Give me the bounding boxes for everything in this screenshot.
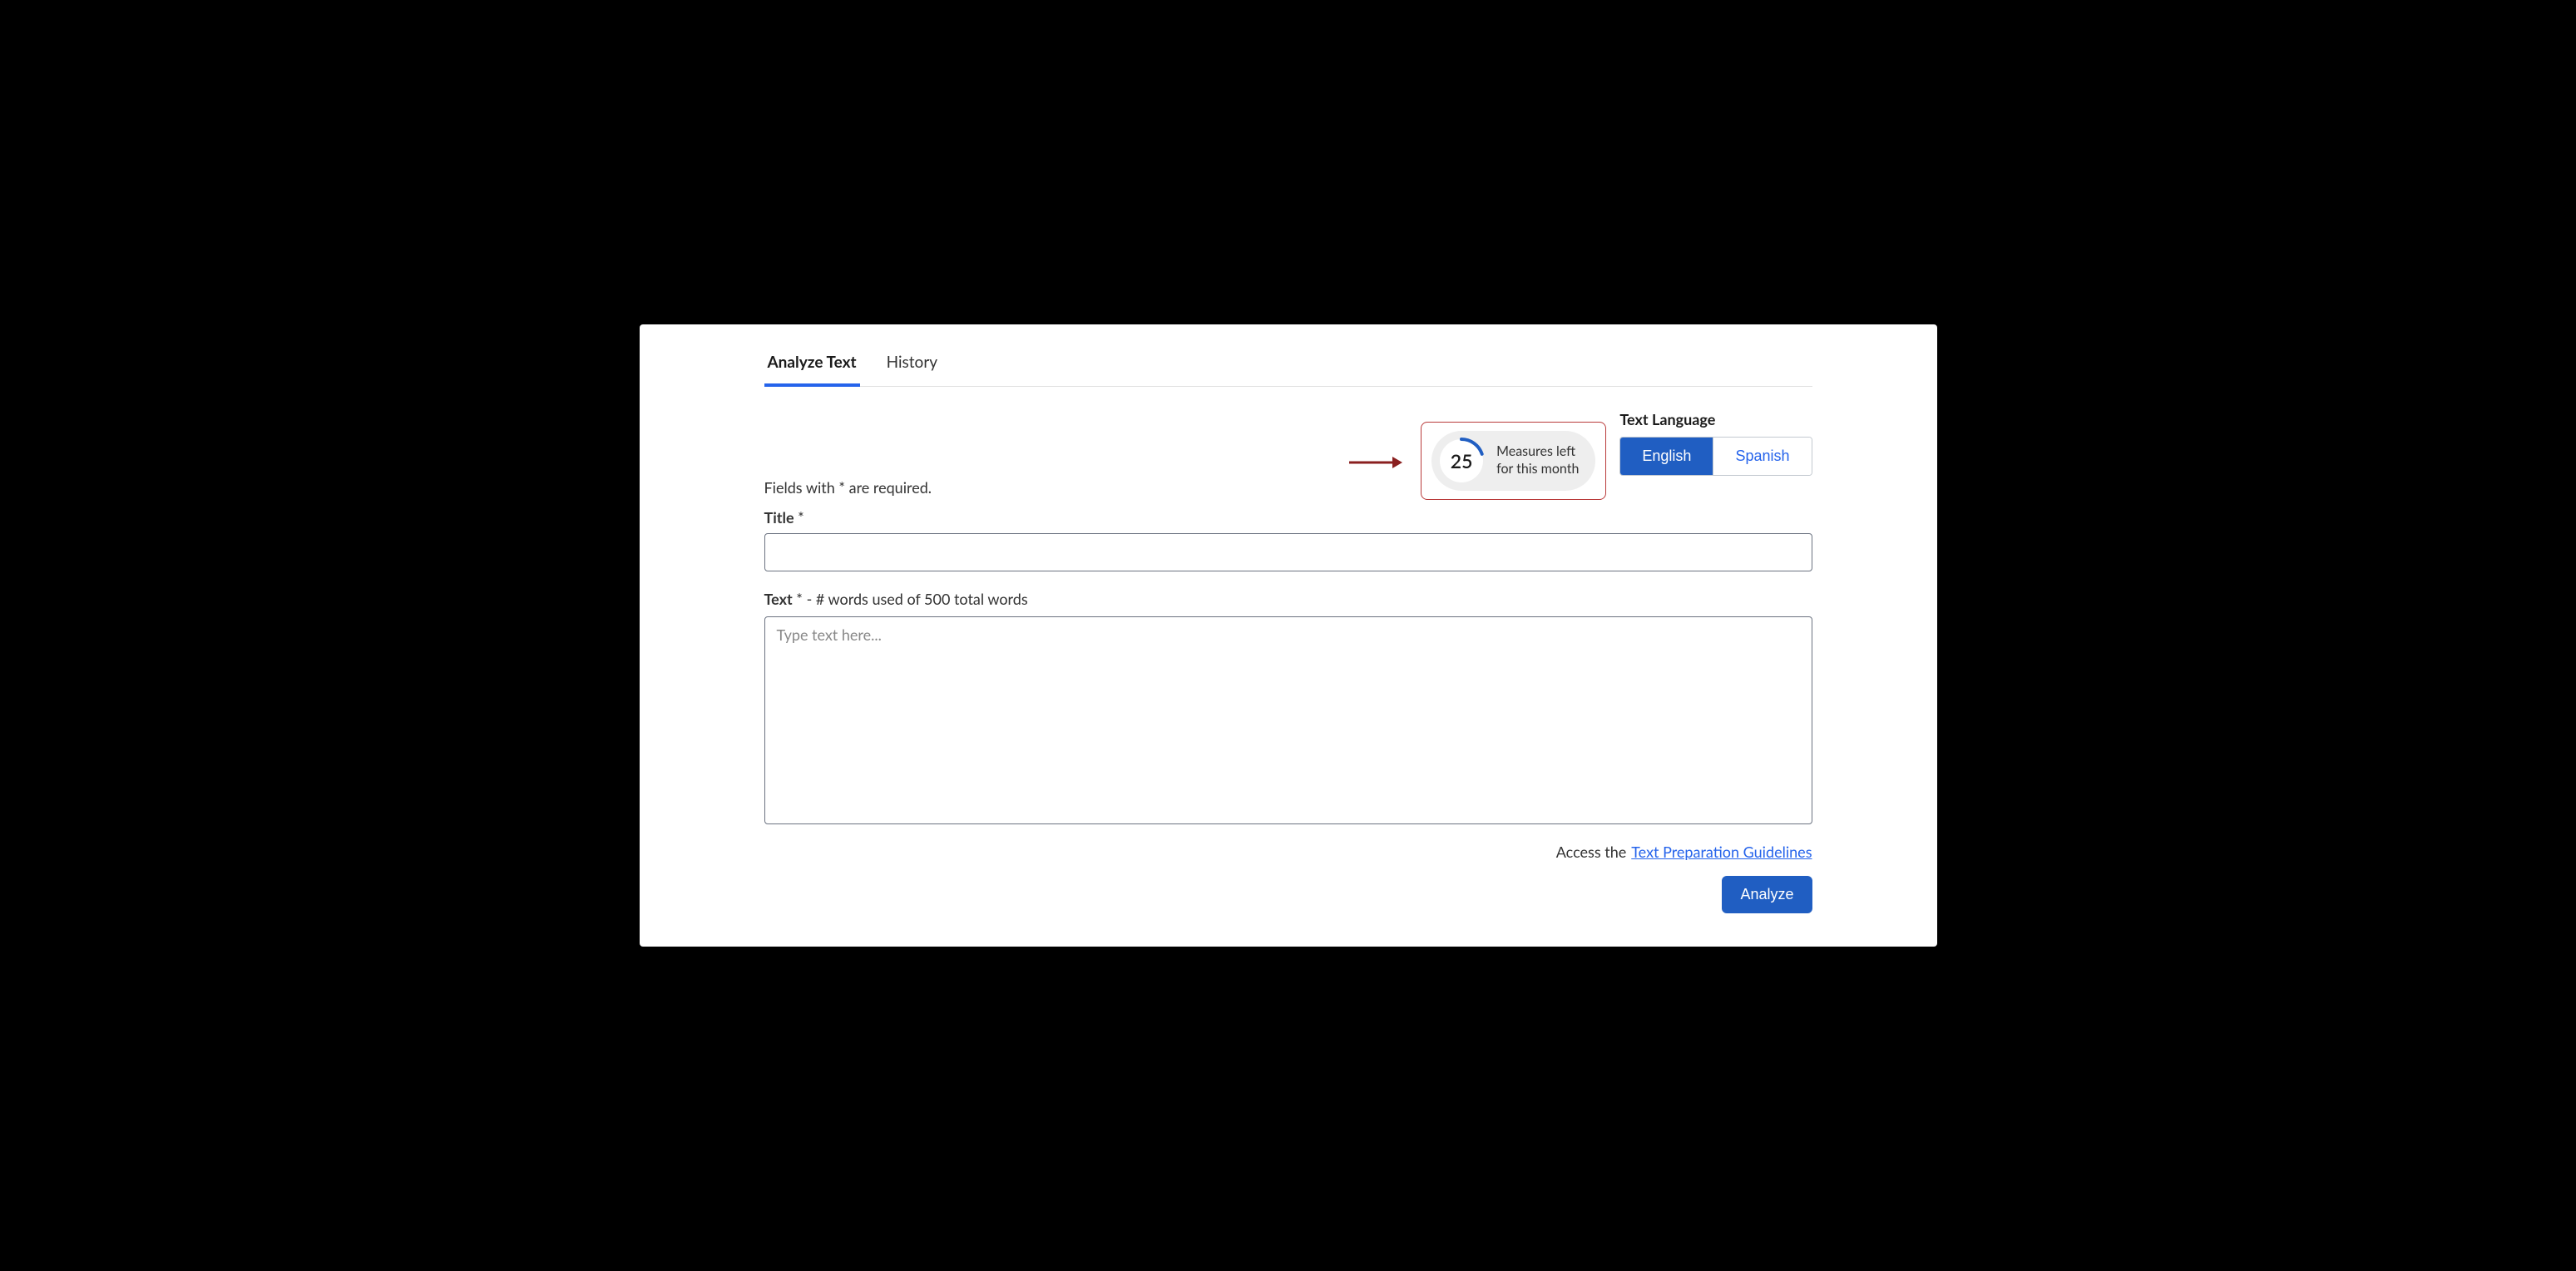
tab-bar: Analyze Text History: [764, 333, 1812, 387]
title-input[interactable]: [764, 533, 1812, 571]
arrow-right-icon: [1349, 454, 1402, 471]
measures-pill: 25 Measures left for this month: [1431, 431, 1595, 491]
title-required-marker: *: [794, 508, 804, 527]
button-row: Analyze: [764, 876, 1812, 913]
tab-analyze-text[interactable]: Analyze Text: [764, 341, 860, 387]
text-label-rest: * - # words used of 500 total words: [793, 590, 1028, 608]
measures-count: 25: [1438, 438, 1485, 484]
measures-gauge: 25: [1438, 438, 1485, 484]
tab-history[interactable]: History: [883, 341, 941, 387]
language-english-button[interactable]: English: [1620, 438, 1713, 475]
language-spanish-button[interactable]: Spanish: [1713, 438, 1811, 475]
title-label: Title *: [764, 508, 1812, 527]
measures-remaining-box: 25 Measures left for this month: [1421, 422, 1606, 500]
measures-line1: Measures left: [1496, 443, 1579, 461]
measures-line2: for this month: [1496, 461, 1579, 478]
language-toggle: English Spanish: [1619, 437, 1812, 476]
text-label-bold: Text: [764, 590, 793, 608]
text-preparation-guidelines-link[interactable]: Text Preparation Guidelines: [1631, 843, 1812, 861]
analyze-button[interactable]: Analyze: [1722, 876, 1812, 913]
language-group: Text Language English Spanish: [1619, 410, 1812, 476]
top-row: Fields with * are required. 25 Measures …: [764, 410, 1812, 500]
guidelines-row: Access the Text Preparation Guidelines: [764, 843, 1812, 861]
text-textarea[interactable]: [764, 616, 1812, 824]
analyze-text-panel: Analyze Text History Fields with * are r…: [640, 324, 1937, 947]
language-label: Text Language: [1619, 410, 1812, 428]
text-label: Text * - # words used of 500 total words: [764, 590, 1812, 608]
required-fields-note: Fields with * are required.: [764, 478, 932, 500]
measures-label: Measures left for this month: [1496, 443, 1579, 478]
title-label-text: Title: [764, 508, 794, 527]
guidelines-prefix: Access the: [1556, 843, 1627, 861]
